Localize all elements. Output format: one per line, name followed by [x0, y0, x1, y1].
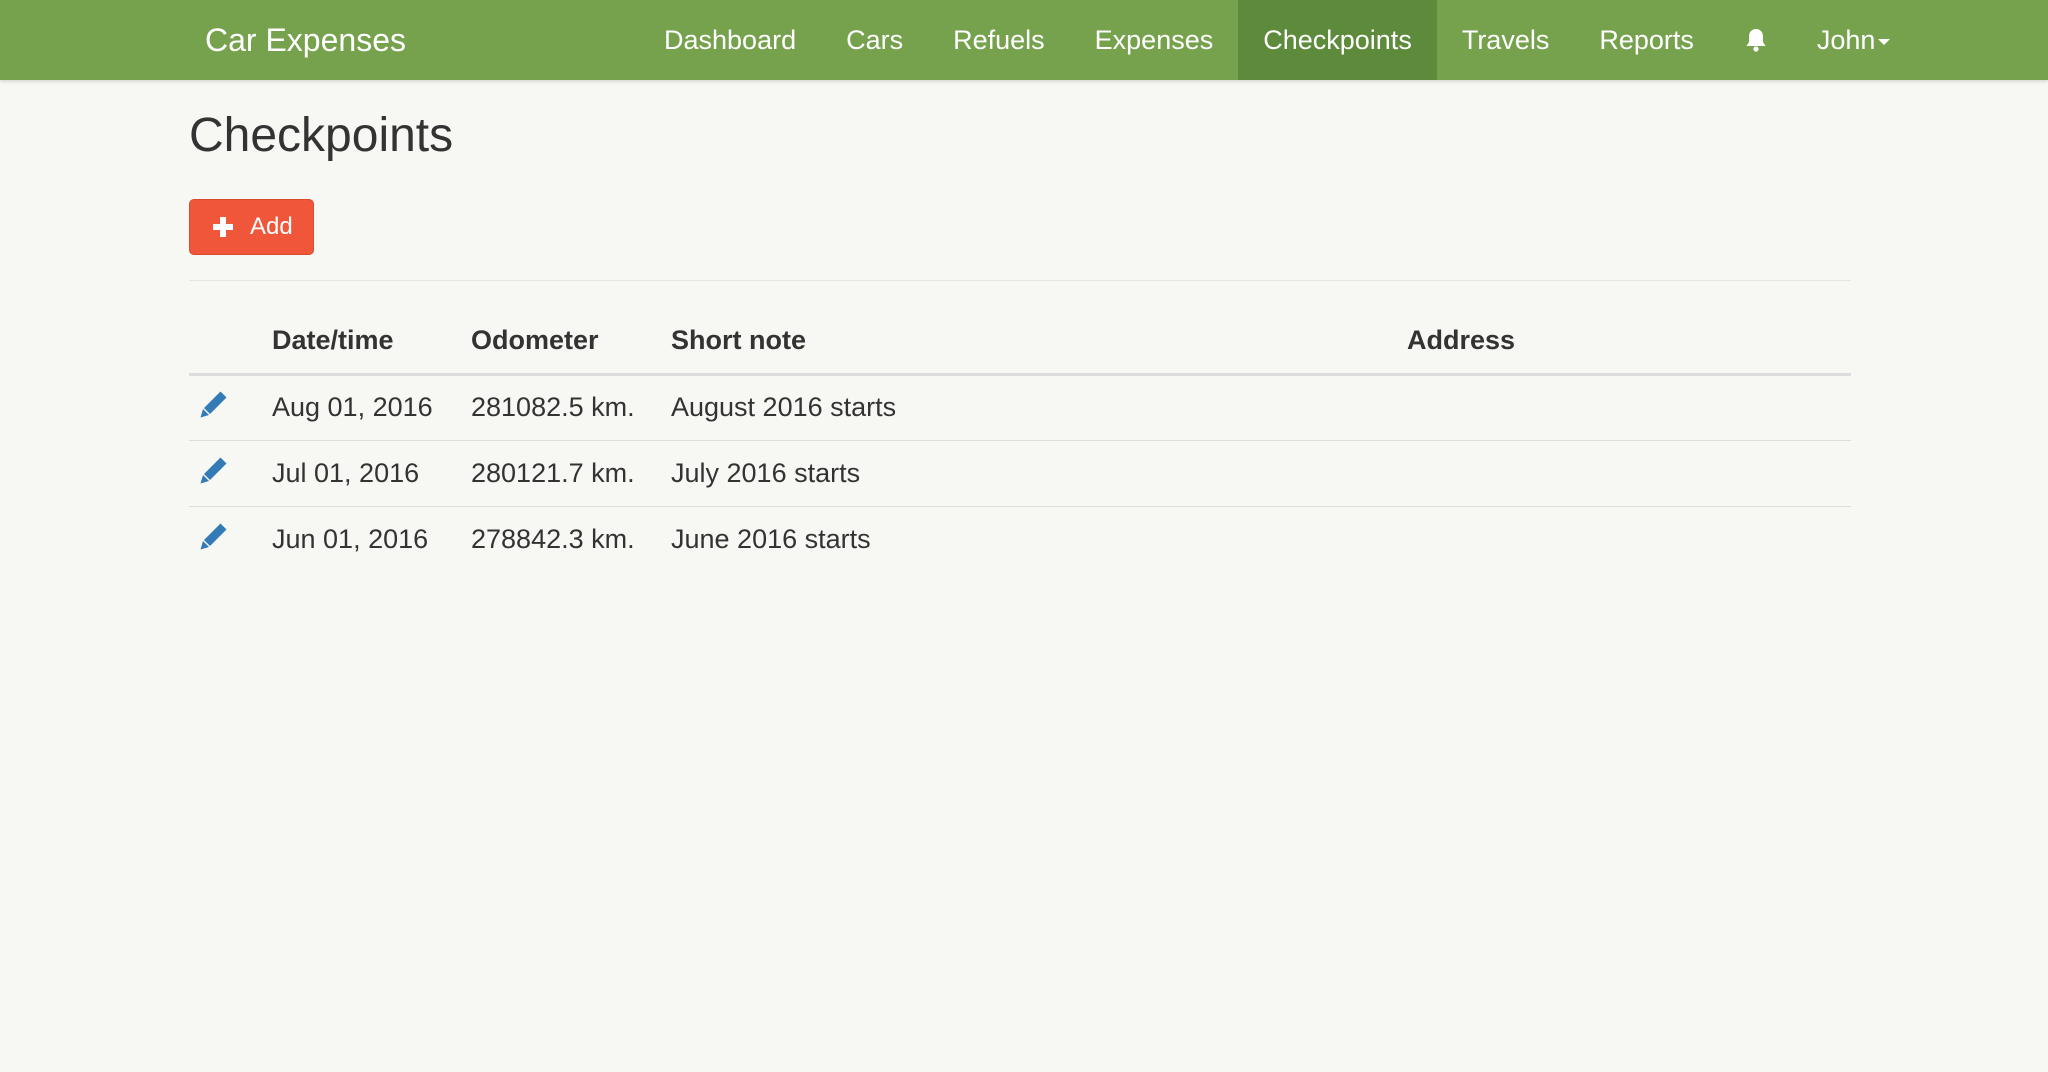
add-button-label: Add — [250, 213, 293, 240]
row-date: Aug 01, 2016 — [272, 374, 471, 441]
table-header-row: Date/time Odometer Short note Address — [189, 308, 1851, 376]
nav-expenses[interactable]: Expenses — [1070, 0, 1239, 80]
nav-reports[interactable]: Reports — [1574, 0, 1719, 80]
row-odometer: 281082.5 km. — [471, 374, 671, 441]
divider — [189, 280, 1851, 281]
pencil-icon[interactable] — [199, 521, 229, 551]
row-address — [1071, 440, 1851, 507]
edit-cell — [189, 374, 272, 441]
nav-refuels[interactable]: Refuels — [928, 0, 1070, 80]
nav-dashboard[interactable]: Dashboard — [639, 0, 821, 80]
header-edit — [189, 308, 272, 376]
row-odometer: 278842.3 km. — [471, 523, 635, 554]
edit-cell — [189, 440, 272, 507]
navbar: Car Expenses Dashboard Cars Refuels Expe… — [0, 0, 2048, 80]
table-row: Jul 01, 2016 280121.7 km. July 2016 star… — [189, 440, 1851, 507]
table-row: Jun 01, 2016 278842.3 km. June 2016 star… — [189, 506, 1851, 572]
brand-link[interactable]: Car Expenses — [205, 0, 406, 80]
header-odometer: Odometer — [471, 308, 671, 376]
pencil-icon[interactable] — [199, 389, 229, 419]
add-checkpoint-button[interactable]: Add — [189, 199, 314, 255]
nav-checkpoints[interactable]: Checkpoints — [1238, 0, 1437, 80]
nav-cars[interactable]: Cars — [821, 0, 928, 80]
user-name: John — [1816, 25, 1876, 55]
pencil-icon[interactable] — [199, 455, 229, 485]
row-note: June 2016 starts — [671, 523, 871, 554]
row-note: August 2016 starts — [671, 374, 1071, 441]
header-note: Short note — [671, 308, 1071, 376]
row-address — [1071, 506, 1851, 572]
caret-down-icon — [1878, 38, 1891, 45]
main-nav: Dashboard Cars Refuels Expenses Checkpoi… — [639, 0, 1914, 80]
plus-icon — [212, 216, 234, 238]
edit-cell — [189, 506, 272, 572]
header-address: Address — [1071, 308, 1851, 376]
row-address — [1071, 374, 1851, 441]
page-title: Checkpoints — [189, 109, 454, 162]
user-menu-dropdown[interactable]: John — [1793, 0, 1915, 80]
row-note: July 2016 starts — [671, 440, 1071, 507]
header-date: Date/time — [272, 308, 471, 376]
nav-travels[interactable]: Travels — [1437, 0, 1575, 80]
row-odometer: 280121.7 km. — [471, 440, 671, 507]
checkpoints-table: Date/time Odometer Short note Address Au… — [189, 308, 1851, 572]
table-row: Aug 01, 2016 281082.5 km. August 2016 st… — [189, 374, 1851, 441]
row-date: Jul 01, 2016 — [272, 440, 471, 507]
row-date: Jun 01, 2016 — [272, 523, 429, 554]
notifications-button[interactable] — [1719, 0, 1793, 80]
bell-icon — [1744, 27, 1768, 53]
